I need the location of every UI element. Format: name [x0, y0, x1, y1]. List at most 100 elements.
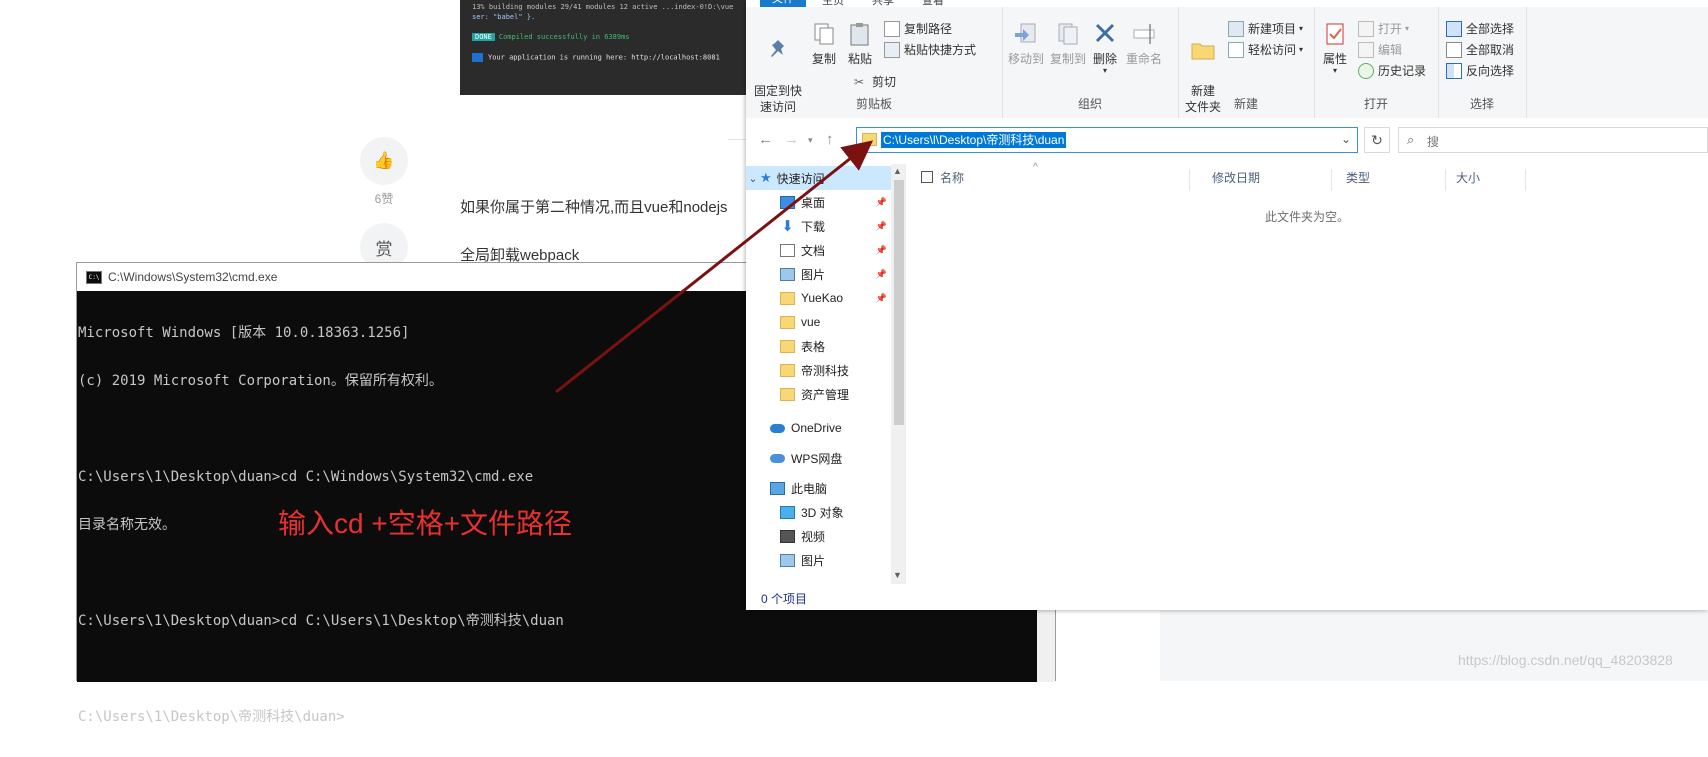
nav-item-label: 视频 [801, 529, 826, 544]
picture-icon [780, 267, 795, 281]
chevron-down-icon[interactable]: ⌄ [1341, 132, 1351, 146]
copy-to-icon [1058, 23, 1078, 45]
invert-selection-button[interactable]: 反向选择 [1446, 62, 1514, 79]
nav-item-tables[interactable]: 表格 [746, 334, 891, 358]
navigation-pane: ⌄ ★ 快速访问 桌面 📌 ⬇ 下载 📌 文档 📌 图片 📌 YueKao 📌 vue [746, 164, 906, 584]
star-icon: ★ [760, 170, 772, 185]
nav-item-label: 3D 对象 [801, 505, 844, 520]
nav-item-desktop[interactable]: 桌面 📌 [746, 190, 891, 214]
tab-file[interactable]: 文件 [760, 0, 806, 7]
nav-item-downloads[interactable]: ⬇ 下载 📌 [746, 214, 891, 238]
back-arrow-icon[interactable]: ← [758, 131, 773, 148]
scroll-up-icon[interactable]: ▲ [893, 166, 902, 176]
rename-button[interactable]: 重命名 [1122, 21, 1166, 67]
paste-shortcut-button[interactable]: 粘贴快捷方式 [884, 41, 976, 58]
paste-shortcut-icon [884, 41, 900, 58]
copy-to-label: 复制到 [1049, 52, 1086, 66]
pin-icon: 📌 [875, 220, 887, 231]
ribbon-group-organize: 移动到 复制到 删除 ▾ 重命名 组织 [1002, 7, 1179, 118]
paste-shortcut-label: 粘贴快捷方式 [904, 43, 977, 57]
move-to-button[interactable]: 移动到 [1006, 21, 1046, 67]
nav-item-label: 表格 [801, 339, 826, 354]
like-button[interactable]: 👍 [360, 137, 408, 185]
copy-path-button[interactable]: 复制路径 [884, 20, 952, 37]
address-row: ← → ▾ ↑ C:\Users\l\Desktop\帝测科技\duan ⌄ ↻… [746, 118, 1708, 164]
new-folder-icon [1191, 43, 1215, 60]
copy-button[interactable]: 复制 [808, 21, 840, 67]
nav-item-onedrive[interactable]: OneDrive [746, 416, 891, 440]
nav-item-pictures-pc[interactable]: 图片 [746, 548, 891, 572]
group-label-open: 打开 [1363, 97, 1388, 111]
easy-access-button[interactable]: 轻松访问 ▾ [1228, 41, 1303, 58]
select-none-label: 全部取消 [1466, 43, 1515, 57]
search-input[interactable]: ⌕ 搜 [1398, 127, 1708, 153]
rename-icon [1133, 24, 1155, 44]
copy-label: 复制 [811, 52, 836, 66]
select-none-button[interactable]: 全部取消 [1446, 41, 1514, 58]
address-path-text[interactable]: C:\Users\l\Desktop\帝测科技\duan [881, 132, 1067, 148]
ribbon-group-clipboard: 固定到快 速访问 复制 粘贴 复制路径 粘贴快捷方式 ✂ 剪切 剪贴板 [746, 7, 1003, 118]
folder-icon [780, 339, 795, 353]
history-button[interactable]: 历史记录 [1358, 62, 1426, 79]
nav-item-videos[interactable]: 视频 [746, 524, 891, 548]
picture-icon [780, 553, 795, 567]
nav-item-asset-management[interactable]: 资产管理 [746, 382, 891, 406]
select-all-icon [1446, 20, 1462, 37]
cmd-window-title: C:\Windows\System32\cmd.exe [108, 270, 278, 284]
folder-icon [780, 363, 795, 377]
new-item-icon [1228, 20, 1244, 37]
paste-button[interactable]: 粘贴 [844, 21, 876, 67]
nav-item-3d-objects[interactable]: 3D 对象 [746, 500, 891, 524]
delete-x-icon [1095, 23, 1115, 43]
search-placeholder: 搜 [1427, 135, 1440, 149]
pin-icon: 📌 [875, 244, 887, 255]
open-button[interactable]: 打开 ▾ [1358, 20, 1409, 37]
address-bar[interactable]: C:\Users\l\Desktop\帝测科技\duan ⌄ [856, 127, 1358, 153]
status-bar: 0 个项目 [746, 584, 1708, 610]
nav-item-label: 帝测科技 [801, 363, 850, 378]
column-type[interactable]: 类型 [1346, 169, 1446, 191]
file-explorer-window: 文件 主页 共享 查看 固定到快 速访问 复制 粘贴 复制路径 粘贴快捷方式 ✂… [746, 0, 1708, 610]
cloud-icon [770, 423, 785, 433]
nav-item-quick-access[interactable]: ⌄ ★ 快速访问 [746, 166, 891, 190]
forward-arrow-icon[interactable]: → [784, 131, 799, 148]
scroll-thumb[interactable] [894, 180, 904, 425]
recent-locations-chevron-icon[interactable]: ▾ [808, 135, 813, 146]
terminal-info-icon [472, 53, 483, 62]
nav-item-documents[interactable]: 文档 📌 [746, 238, 891, 262]
pin-icon: 📌 [875, 292, 887, 303]
cut-button[interactable]: ✂ 剪切 [854, 73, 896, 90]
column-name[interactable]: 名称 [940, 169, 1190, 191]
pin-icon: 📌 [875, 196, 887, 207]
scroll-down-icon[interactable]: ▼ [893, 570, 902, 580]
column-size[interactable]: 大小 [1456, 169, 1526, 191]
column-date-modified[interactable]: 修改日期 [1212, 169, 1332, 191]
group-label-new: 新建 [1233, 97, 1258, 111]
properties-button[interactable]: 属性 ▾ [1320, 21, 1350, 75]
refresh-button[interactable]: ↻ [1364, 127, 1390, 153]
nav-item-label: 资产管理 [801, 387, 850, 402]
nav-item-wps-cloud[interactable]: WPS网盘 [746, 446, 891, 470]
annotation-text: 输入cd +空格+文件路径 [278, 508, 573, 539]
delete-label: 删除 [1092, 52, 1117, 66]
nav-item-dice-tech[interactable]: 帝测科技 [746, 358, 891, 382]
cube-icon [780, 505, 795, 519]
edit-button[interactable]: 编辑 [1358, 41, 1402, 58]
copy-to-button[interactable]: 复制到 [1048, 21, 1088, 67]
nav-item-yuekao[interactable]: YueKao 📌 [746, 286, 891, 310]
select-all-checkbox[interactable] [921, 171, 933, 183]
terminal-done-badge: DONE [472, 33, 495, 41]
up-arrow-icon[interactable]: ↑ [826, 131, 834, 148]
delete-button[interactable]: 删除 ▾ [1090, 21, 1120, 75]
ribbon-group-open: 属性 ▾ 打开 ▾ 编辑 历史记录 打开 [1314, 7, 1439, 118]
nav-item-this-pc[interactable]: 此电脑 [746, 476, 891, 500]
chevron-down-icon: ▾ [1299, 24, 1304, 33]
new-item-button[interactable]: 新建项目 ▾ [1228, 20, 1303, 37]
nav-item-vue[interactable]: vue [746, 310, 891, 334]
terminal-line: Your application is running here: http:/… [488, 53, 720, 62]
open-icon [1358, 20, 1374, 37]
nav-scrollbar[interactable]: ▲ ▼ [891, 164, 906, 584]
nav-item-pictures[interactable]: 图片 📌 [746, 262, 891, 286]
nav-item-label: 桌面 [801, 195, 826, 210]
select-all-button[interactable]: 全部选择 [1446, 20, 1514, 37]
